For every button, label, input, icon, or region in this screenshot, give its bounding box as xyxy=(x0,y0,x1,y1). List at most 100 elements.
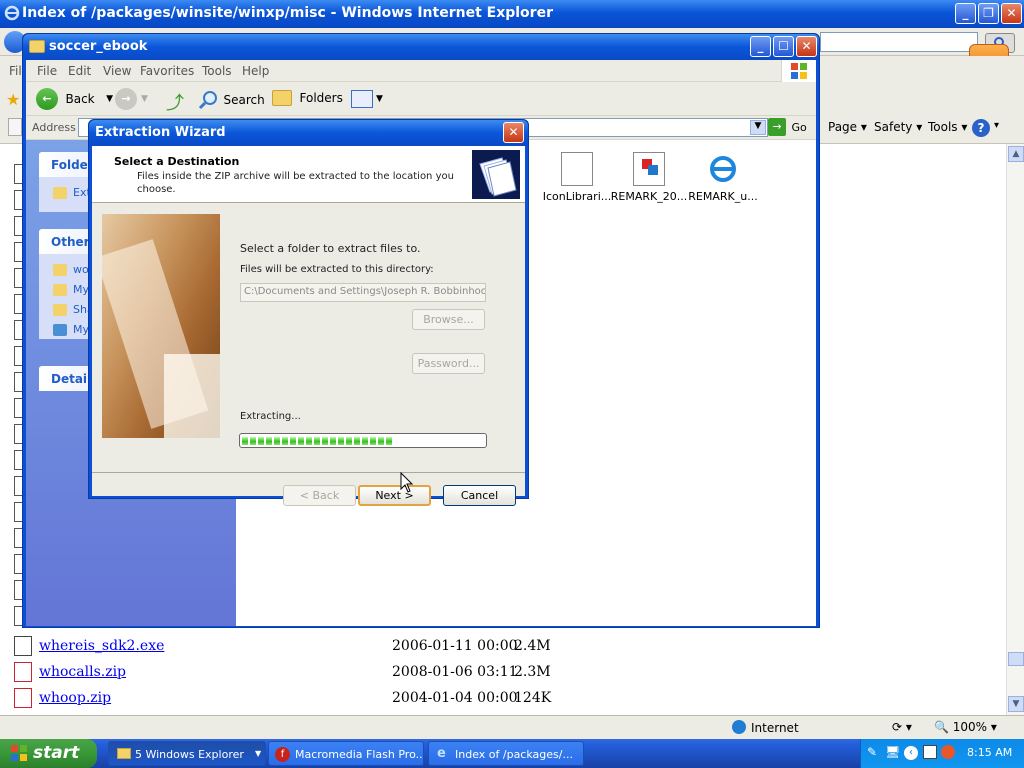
menu-tools[interactable]: Tools xyxy=(202,64,232,78)
file-date: 2004-01-04 00:00 xyxy=(392,690,518,706)
back-dropdown-icon[interactable]: ▼ xyxy=(106,94,113,104)
favorites-star-icon[interactable]: ★ xyxy=(6,90,20,109)
protected-mode-icon[interactable]: ⟳ ▾ xyxy=(892,720,912,734)
explorer-title-bar[interactable]: soccer_ebook _ ☐ ✕ xyxy=(23,34,819,60)
other-place-item[interactable]: wo xyxy=(53,263,89,276)
other-place-item[interactable]: My xyxy=(53,283,89,296)
file-link[interactable]: whocalls.zip xyxy=(39,664,126,680)
my-documents-icon xyxy=(53,284,67,296)
progress-segment xyxy=(258,437,264,445)
password-button[interactable]: Password... xyxy=(412,353,485,374)
help-dropdown-icon[interactable]: ▾ xyxy=(994,120,999,131)
ie-close-button[interactable]: ✕ xyxy=(1001,3,1022,24)
folders-button[interactable]: Folders xyxy=(272,90,343,106)
progress-fill xyxy=(242,436,484,445)
file-link[interactable]: whoop.zip xyxy=(39,690,111,706)
ie-vertical-scrollbar[interactable]: ▲ ▼ xyxy=(1006,144,1024,715)
wizard-client: Select a Destination Files inside the ZI… xyxy=(92,146,525,506)
extraction-wizard-dialog: Extraction Wizard ✕ Select a Destination… xyxy=(88,119,529,506)
system-tray: ✎ 🖥 ‹ 8:15 AM xyxy=(860,739,1024,768)
address-label: Address xyxy=(32,121,76,134)
menu-file[interactable]: File xyxy=(37,64,57,78)
search-button[interactable]: Search xyxy=(198,90,265,110)
up-folder-icon[interactable]: ⤴ xyxy=(166,89,184,115)
extracting-label: Extracting... xyxy=(240,411,301,422)
zip-file-icon xyxy=(14,662,32,682)
views-icon[interactable] xyxy=(351,90,373,108)
zip-folder-icon xyxy=(53,187,67,199)
group-dropdown-icon: ▼ xyxy=(255,749,262,758)
scroll-down-icon[interactable]: ▼ xyxy=(1008,696,1024,712)
help-icon[interactable]: ? xyxy=(972,119,990,137)
go-button[interactable]: → Go xyxy=(768,118,807,136)
extraction-progress-bar xyxy=(239,433,487,448)
ie-restore-button[interactable]: ❐ xyxy=(978,3,999,24)
ie-safety-menu[interactable]: Safety ▾ xyxy=(874,120,922,134)
address-dropdown-icon[interactable]: ▼ xyxy=(750,120,766,135)
progress-segment xyxy=(298,437,304,445)
progress-segment xyxy=(242,437,248,445)
ie-html-file-icon[interactable] xyxy=(707,152,739,186)
progress-segment xyxy=(330,437,336,445)
wizard-close-button[interactable]: ✕ xyxy=(503,122,524,143)
cancel-button[interactable]: Cancel xyxy=(443,485,516,506)
ie-minimize-button[interactable]: _ xyxy=(955,3,976,24)
task-internet-explorer[interactable]: e Index of /packages/... xyxy=(428,741,584,766)
back-button[interactable]: < Back xyxy=(283,485,356,506)
next-button[interactable]: Next > xyxy=(358,485,431,506)
explorer-minimize-button[interactable]: _ xyxy=(750,36,771,57)
tray-arrow-icon[interactable]: ‹ xyxy=(904,746,918,760)
views-dropdown-icon[interactable]: ▼ xyxy=(376,94,383,104)
ie-tab-icon[interactable] xyxy=(8,118,22,136)
ie-tools-menu[interactable]: Tools ▾ xyxy=(928,120,967,134)
tray-security-icon[interactable] xyxy=(941,745,955,759)
back-button[interactable]: ← Back ▼ xyxy=(36,88,113,110)
tray-pen-icon[interactable]: ✎ xyxy=(867,745,877,759)
menu-help[interactable]: Help xyxy=(242,64,269,78)
document-file-icon[interactable] xyxy=(633,152,665,186)
ie-title-bar[interactable]: Index of /packages/winsite/winxp/misc - … xyxy=(0,0,1024,28)
search-icon xyxy=(198,91,217,110)
progress-segment xyxy=(322,437,328,445)
notepad-file-icon[interactable] xyxy=(561,152,593,186)
tray-volume-icon[interactable] xyxy=(923,745,937,759)
scroll-thumb[interactable] xyxy=(1008,652,1024,666)
zoom-level[interactable]: 🔍 100% ▾ xyxy=(934,720,997,734)
progress-segment xyxy=(250,437,256,445)
browse-button[interactable]: Browse... xyxy=(412,309,485,330)
progress-segment xyxy=(274,437,280,445)
directory-input[interactable]: C:\Documents and Settings\Joseph R. Bobb… xyxy=(240,283,486,302)
wizard-title-bar[interactable]: Extraction Wizard ✕ xyxy=(89,120,528,146)
scroll-up-icon[interactable]: ▲ xyxy=(1008,146,1024,162)
forward-button[interactable]: → xyxy=(115,88,137,110)
explorer-maximize-button[interactable]: ☐ xyxy=(773,36,794,57)
extract-files-task[interactable]: Ext xyxy=(53,186,91,199)
ie-page-menu[interactable]: Page ▾ xyxy=(828,120,867,134)
ie-status-bar: Internet ⟳ ▾ 🔍 100% ▾ xyxy=(0,715,1024,739)
taskbar: start 5 Windows Explorer ▼ f Macromedia … xyxy=(0,739,1024,768)
progress-segment xyxy=(362,437,368,445)
file-link[interactable]: whereis_sdk2.exe xyxy=(39,638,164,654)
file-label[interactable]: REMARK_u... xyxy=(678,190,768,203)
menu-edit[interactable]: Edit xyxy=(68,64,91,78)
start-button[interactable]: start xyxy=(0,739,97,768)
explorer-close-button[interactable]: ✕ xyxy=(796,36,817,57)
task-windows-explorer[interactable]: 5 Windows Explorer ▼ xyxy=(108,741,266,766)
progress-segment xyxy=(378,437,384,445)
menu-favorites[interactable]: Favorites xyxy=(140,64,194,78)
security-zone: Internet xyxy=(751,721,799,735)
 xyxy=(164,354,220,438)
directory-label: Files will be extracted to this director… xyxy=(240,264,434,275)
wizard-header: Select a Destination Files inside the ZI… xyxy=(92,146,525,203)
tray-network-icon[interactable]: 🖥 xyxy=(885,745,900,759)
ie-search-input[interactable] xyxy=(820,32,978,52)
forward-dropdown-icon[interactable]: ▼ xyxy=(141,94,148,104)
file-date: 2008-01-06 03:11 xyxy=(392,664,518,680)
clock[interactable]: 8:15 AM xyxy=(967,746,1012,759)
ie-menu-file[interactable]: Fil xyxy=(9,64,22,78)
my-computer-icon xyxy=(53,324,67,336)
folders-icon xyxy=(272,90,292,106)
menu-view[interactable]: View xyxy=(103,64,131,78)
other-place-item[interactable]: My xyxy=(53,323,89,336)
task-macromedia-flash[interactable]: f Macromedia Flash Pro... xyxy=(268,741,424,766)
